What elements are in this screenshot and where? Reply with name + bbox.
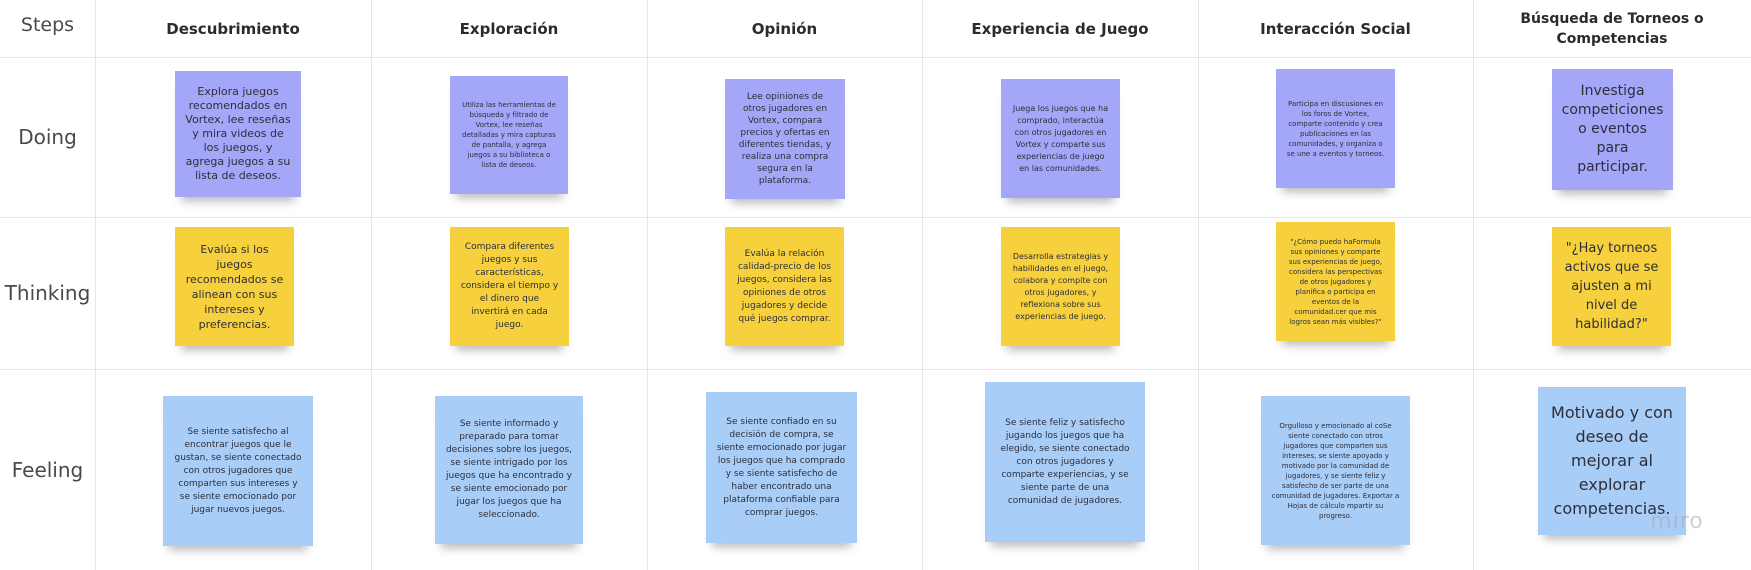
grid-line xyxy=(0,217,1751,218)
column-header-experiencia: Experiencia de Juego xyxy=(971,19,1149,38)
column-header-opinion: Opinión xyxy=(751,19,818,38)
sticky-note[interactable]: Se siente informado y preparado para tom… xyxy=(435,396,583,544)
sticky-note[interactable]: Se siente feliz y satisfecho jugando los… xyxy=(985,382,1145,542)
miro-logo: miro xyxy=(1650,508,1704,534)
sticky-note[interactable]: Utiliza las herramientas de búsqueda y f… xyxy=(450,76,568,194)
sticky-note[interactable]: Investiga competiciones o eventos para p… xyxy=(1552,69,1673,190)
column-header-descubrimiento: Descubrimiento xyxy=(166,19,300,38)
sticky-note[interactable]: Lee opiniones de otros jugadores en Vort… xyxy=(725,79,845,199)
grid-line xyxy=(371,0,372,570)
grid-line xyxy=(1198,0,1199,570)
grid-line xyxy=(647,0,648,570)
sticky-note[interactable]: Explora juegos recomendados en Vortex, l… xyxy=(175,71,301,197)
sticky-note[interactable]: Orgulloso y emocionado al coSe siente co… xyxy=(1261,396,1410,545)
grid-line xyxy=(95,0,96,570)
sticky-note[interactable]: Compara diferentes juegos y sus caracter… xyxy=(450,227,569,346)
sticky-note[interactable]: "¿Cómo puedo haFormula sus opiniones y c… xyxy=(1276,222,1395,341)
column-header-torneos: Búsqueda de Torneos o Competencias xyxy=(1520,10,1704,47)
column-header-exploracion: Exploración xyxy=(459,19,559,38)
sticky-note[interactable]: Se siente satisfecho al encontrar juegos… xyxy=(163,396,313,546)
sticky-note[interactable]: "¿Hay torneos activos que se ajusten a m… xyxy=(1552,227,1671,346)
grid-line xyxy=(1473,0,1474,570)
sticky-note[interactable]: Evalúa la relación calidad-precio de los… xyxy=(725,227,844,346)
column-header-interaccion: Interacción Social xyxy=(1260,19,1411,38)
journey-board: Steps Descubrimiento Exploración Opinión… xyxy=(0,0,1751,570)
steps-label: Steps xyxy=(20,14,75,36)
sticky-note[interactable]: Desarrolla estrategias y habilidades en … xyxy=(1001,227,1120,346)
row-label-doing: Doing xyxy=(18,125,77,149)
row-label-feeling: Feeling xyxy=(11,458,84,482)
sticky-note[interactable]: Se siente confiado en su decisión de com… xyxy=(706,392,857,543)
grid-line xyxy=(0,369,1751,370)
row-label-thinking: Thinking xyxy=(4,281,91,305)
grid-line xyxy=(0,57,1751,58)
sticky-note[interactable]: Juega los juegos que ha comprado, intera… xyxy=(1001,79,1120,198)
sticky-note[interactable]: Evalúa si los juegos recomendados se ali… xyxy=(175,227,294,346)
sticky-note[interactable]: Participa en discusiones en los foros de… xyxy=(1276,69,1395,188)
grid-line xyxy=(922,0,923,570)
